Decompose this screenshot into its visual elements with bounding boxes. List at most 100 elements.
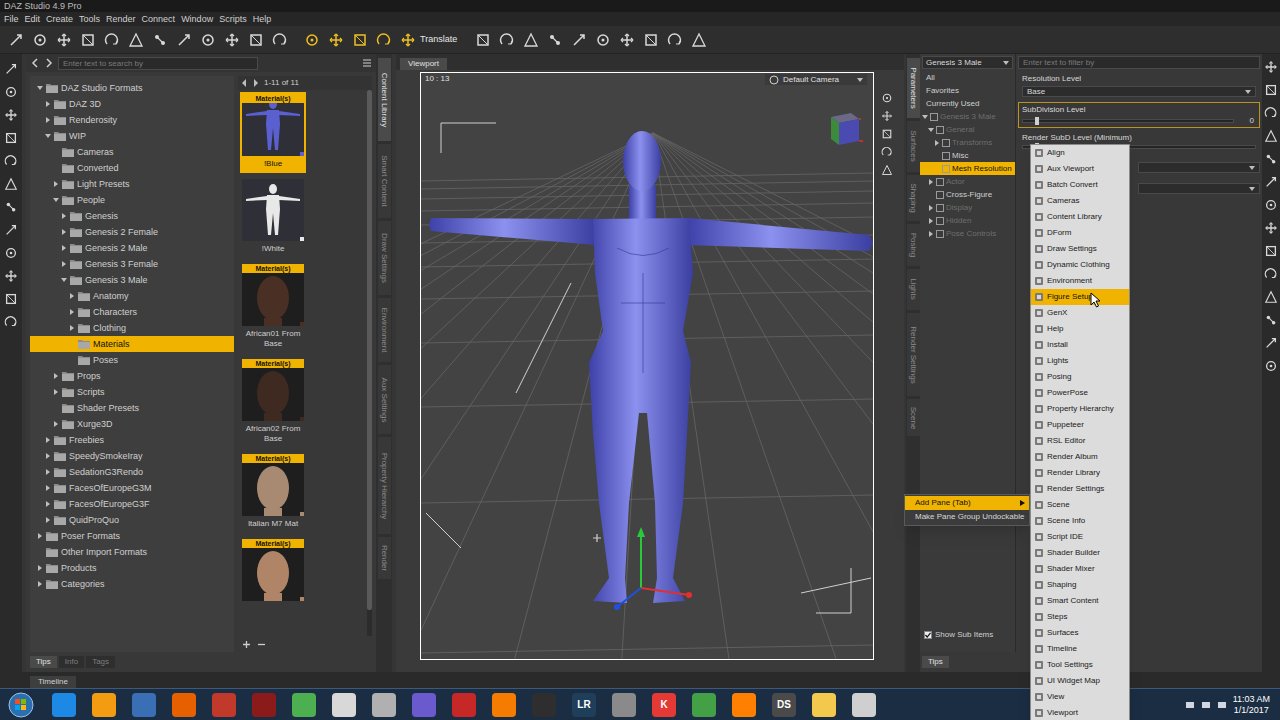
tree-row[interactable]: DAZ 3D — [30, 96, 234, 112]
library-search[interactable] — [58, 57, 258, 70]
tool-icon[interactable] — [547, 32, 563, 48]
camera-dropdown[interactable]: Default Camera — [765, 74, 867, 85]
bottom-tab[interactable]: Info — [59, 656, 84, 668]
transform-tool-icon[interactable] — [304, 32, 320, 48]
tree-row[interactable]: Freebies — [30, 432, 234, 448]
filter-item[interactable]: All — [920, 71, 1015, 84]
expand-arrow-icon[interactable] — [60, 245, 67, 252]
tool-icon[interactable] — [56, 32, 72, 48]
expand-arrow-icon[interactable] — [928, 127, 934, 133]
tool-icon[interactable] — [691, 32, 707, 48]
menu-item[interactable]: Tools — [76, 15, 103, 24]
side-tab[interactable]: Scene — [907, 399, 920, 436]
submenu-item[interactable]: Scene Info — [1031, 513, 1129, 529]
tree-row[interactable]: QuidProQuo — [30, 512, 234, 528]
menu-item[interactable]: Window — [178, 15, 216, 24]
node-dropdown[interactable]: Genesis 3 Male — [922, 56, 1013, 69]
submenu-item[interactable]: GenX — [1031, 305, 1129, 321]
tree-row[interactable]: Light Presets — [30, 176, 234, 192]
expand-arrow-icon[interactable] — [60, 261, 67, 268]
taskbar-app[interactable] — [212, 693, 236, 717]
tool-icon[interactable] — [619, 32, 635, 48]
expand-arrow-icon[interactable] — [68, 309, 75, 316]
tool-icon[interactable] — [248, 32, 264, 48]
expand-arrow-icon[interactable] — [52, 197, 59, 204]
tool-icon[interactable] — [176, 32, 192, 48]
side-tab[interactable]: Property Hierarchy — [378, 437, 391, 534]
tree-row[interactable]: FacesOfEuropeG3M — [30, 480, 234, 496]
expand-arrow-icon[interactable] — [928, 205, 934, 211]
pane-icon[interactable] — [4, 177, 18, 191]
side-tab[interactable]: Surfaces — [907, 121, 920, 172]
parameter-group[interactable]: Pose Controls — [920, 227, 1015, 240]
pane-icon[interactable] — [1264, 129, 1278, 143]
bottom-tab[interactable]: Tips — [30, 656, 57, 668]
expand-arrow-icon[interactable] — [44, 453, 51, 460]
expand-arrow-icon[interactable] — [52, 373, 59, 380]
tree-row[interactable]: Xurge3D — [30, 416, 234, 432]
side-tab[interactable]: Draw Settings — [378, 221, 391, 295]
nav-icon[interactable] — [881, 164, 893, 176]
submenu-item[interactable]: Surfaces — [1031, 625, 1129, 641]
taskbar-app[interactable] — [852, 693, 876, 717]
expand-arrow-icon[interactable] — [44, 437, 51, 444]
submenu-item[interactable]: Render Library — [1031, 465, 1129, 481]
parameter-group[interactable]: Transforms — [920, 136, 1015, 149]
submenu-item[interactable]: Align — [1031, 145, 1129, 161]
tree-row[interactable]: WIP — [30, 128, 234, 144]
submenu-item[interactable]: DForm — [1031, 225, 1129, 241]
menu-icon[interactable] — [362, 58, 372, 68]
taskbar-app[interactable]: K — [652, 693, 676, 717]
thumbnail-item[interactable]: !White — [240, 177, 306, 258]
add-icon[interactable] — [242, 640, 251, 649]
tree-row[interactable]: Other Import Formats — [30, 544, 234, 560]
pane-icon[interactable] — [1264, 267, 1278, 281]
tree-row[interactable]: Genesis 2 Male — [30, 240, 234, 256]
tree-row[interactable]: Genesis — [30, 208, 234, 224]
pane-icon[interactable] — [4, 85, 18, 99]
tool-icon[interactable] — [667, 32, 683, 48]
expand-arrow-icon[interactable] — [36, 533, 43, 540]
expand-arrow-icon[interactable] — [44, 117, 51, 124]
taskbar-app[interactable] — [172, 693, 196, 717]
expand-arrow-icon[interactable] — [44, 133, 51, 140]
pane-icon[interactable] — [1264, 198, 1278, 212]
start-button-icon[interactable] — [8, 692, 34, 718]
property-row[interactable]: SubDivision Level0 — [1018, 102, 1260, 128]
pane-icon[interactable] — [4, 154, 18, 168]
tree-row[interactable]: Converted — [30, 160, 234, 176]
pane-icon[interactable] — [4, 200, 18, 214]
taskbar-app[interactable] — [732, 693, 756, 717]
clock[interactable]: 11:03 AM1/1/2017 — [1233, 694, 1270, 716]
thumbnail-scrollbar[interactable] — [367, 90, 372, 636]
side-tab[interactable]: Render Settings — [907, 313, 920, 396]
tree-row[interactable]: Clothing — [30, 320, 234, 336]
submenu-item[interactable]: Property Hierarchy — [1031, 401, 1129, 417]
taskbar-app[interactable] — [812, 693, 836, 717]
pane-icon[interactable] — [1264, 313, 1278, 327]
tool-icon[interactable] — [128, 32, 144, 48]
tool-icon[interactable] — [152, 32, 168, 48]
tool-icon[interactable] — [224, 32, 240, 48]
submenu-item[interactable]: Tool Settings — [1031, 657, 1129, 673]
property-value[interactable]: 0 — [1238, 117, 1256, 125]
expand-arrow-icon[interactable] — [928, 179, 934, 185]
property-filter[interactable] — [1018, 56, 1260, 69]
submenu-item[interactable]: Shader Builder — [1031, 545, 1129, 561]
expand-arrow-icon[interactable] — [60, 229, 67, 236]
tool-icon[interactable] — [32, 32, 48, 48]
taskbar-app[interactable]: DS — [772, 693, 796, 717]
expand-arrow-icon[interactable] — [934, 140, 940, 146]
taskbar-app[interactable] — [612, 693, 636, 717]
submenu-item[interactable]: Smart Content — [1031, 593, 1129, 609]
taskbar-app[interactable] — [332, 693, 356, 717]
pane-icon[interactable] — [1264, 290, 1278, 304]
submenu-item[interactable]: Cameras — [1031, 193, 1129, 209]
expand-arrow-icon[interactable] — [36, 85, 43, 92]
submenu-item[interactable]: Posing — [1031, 369, 1129, 385]
filter-item[interactable]: Favorites — [920, 84, 1015, 97]
tool-icon[interactable] — [571, 32, 587, 48]
pane-icon[interactable] — [4, 108, 18, 122]
parameter-group[interactable]: Actor — [920, 175, 1015, 188]
taskbar-app[interactable] — [252, 693, 276, 717]
